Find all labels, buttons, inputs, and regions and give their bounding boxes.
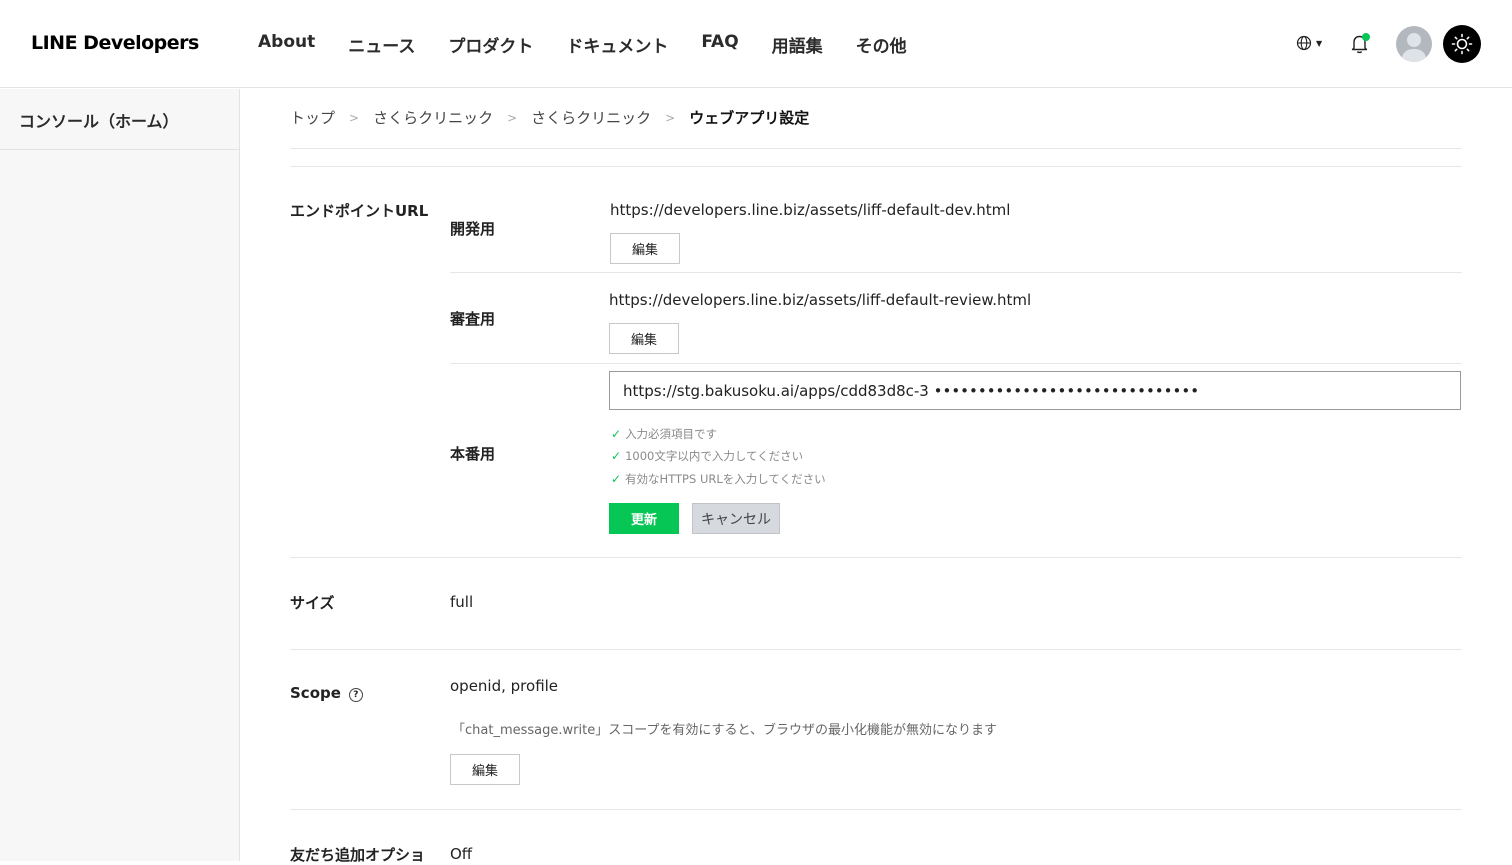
chevron-down-icon: ▼ [1316,38,1323,48]
nav-documents[interactable]: ドキュメント [566,32,668,57]
notification-dot [1362,33,1370,41]
check-icon: ✓ [611,427,622,441]
user-icon [1401,33,1427,62]
divider [450,363,1462,364]
sun-icon [1451,33,1473,55]
review-label: 審査用 [450,310,496,328]
prod-url-input[interactable] [609,371,1461,410]
chevron-right-icon: > [507,110,518,125]
review-url: https://developers.line.biz/assets/liff-… [609,291,1032,309]
validation-text: 1000文字以内で入力してください [625,449,804,463]
chevron-right-icon: > [665,110,676,125]
friend-option-label: 友だち追加オプショ [290,846,426,864]
divider [450,272,1462,273]
nav-products[interactable]: プロダクト [448,32,533,57]
size-label: サイズ [290,594,335,612]
breadcrumb-provider[interactable]: さくらクリニック [373,107,493,128]
edit-review-button[interactable]: 編集 [609,323,679,354]
edit-dev-button[interactable]: 編集 [610,233,680,264]
divider [290,557,1462,558]
nav-news[interactable]: ニュース [348,32,415,57]
check-icon: ✓ [611,472,622,486]
divider [290,166,1462,167]
validation-required: ✓ 入力必須項目です [611,426,717,442]
language-selector[interactable]: ▼ [1296,35,1322,51]
scope-label: Scope [290,684,341,702]
divider [290,649,1462,650]
friend-option-value: Off [450,845,473,863]
sidebar-item-console-home[interactable]: コンソール（ホーム） [0,89,239,150]
cancel-button[interactable]: キャンセル [692,503,780,534]
scope-value: openid, profile [450,677,559,695]
nav-more[interactable]: その他 [856,32,907,57]
sidebar: コンソール（ホーム） [0,89,240,861]
validation-text: 入力必須項目です [625,427,718,441]
breadcrumb-top[interactable]: トップ [290,107,335,128]
update-button[interactable]: 更新 [609,503,679,534]
main-nav: About ニュース プロダクト ドキュメント FAQ 用語集 その他 [258,32,940,57]
nav-about[interactable]: About [258,32,315,57]
dev-url: https://developers.line.biz/assets/liff-… [610,201,1011,219]
theme-toggle[interactable] [1443,25,1481,63]
notification-button[interactable] [1350,33,1370,55]
divider [290,148,1462,149]
nav-glossary[interactable]: 用語集 [772,32,823,57]
edit-scope-button[interactable]: 編集 [450,754,520,785]
breadcrumb-current: ウェブアプリ設定 [689,109,810,127]
help-icon[interactable]: ? [348,688,363,702]
dev-label: 開発用 [450,220,496,238]
size-value: full [450,593,474,611]
top-header: LINE Developers About ニュース プロダクト ドキュメント … [0,0,1512,88]
chevron-right-icon: > [349,110,360,125]
breadcrumb: トップ > さくらクリニック > さくらクリニック > ウェブアプリ設定 [290,107,809,128]
validation-https: ✓ 有効なHTTPS URLを入力してください [611,471,826,487]
breadcrumb-channel[interactable]: さくらクリニック [531,107,651,128]
check-icon: ✓ [611,449,622,463]
avatar[interactable] [1396,26,1432,62]
validation-text: 有効なHTTPS URLを入力してください [625,472,826,486]
globe-icon [1296,35,1312,51]
endpoint-url-label: エンドポイントURL [290,202,429,220]
site-logo[interactable]: LINE Developers [31,32,199,54]
validation-length: ✓ 1000文字以内で入力してください [611,448,803,464]
scope-label-row: Scope? [290,684,363,702]
divider [290,809,1462,810]
scope-note: 「chat_message.write」スコープを有効にすると、ブラウザの最小化… [452,723,998,738]
nav-faq[interactable]: FAQ [701,32,738,57]
prod-label: 本番用 [450,445,496,463]
